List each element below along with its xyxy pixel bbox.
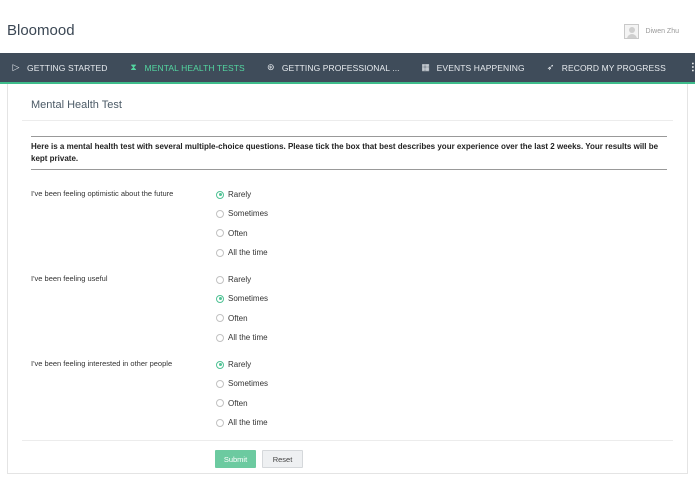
divider [22,120,673,121]
page-title: Mental Health Test [31,99,122,111]
radio-button[interactable] [216,399,224,408]
option-label: All the time [228,248,268,258]
question-label: I've been feeling useful [31,274,108,283]
more-menu-icon[interactable]: ⋮ [676,62,695,73]
nav-item-label: MENTAL HEALTH TESTS [144,62,245,73]
nav-item-mental-health-tests[interactable]: ⧗ MENTAL HEALTH TESTS [118,53,255,82]
question-options: Rarely Sometimes Often All the time [216,355,268,432]
radio-option[interactable]: Sometimes [216,204,268,223]
nav-item-label: GETTING STARTED [27,62,108,73]
calendar-icon: ▦ [421,62,430,72]
rocket-icon: ➶ [546,62,555,72]
main-nav: ▷ GETTING STARTED ⧗ MENTAL HEALTH TESTS … [0,53,695,84]
question-options: Rarely Sometimes Often All the time [216,185,268,262]
radio-button[interactable] [216,294,224,303]
reset-button[interactable]: Reset [262,450,303,468]
nav-item-getting-professional[interactable]: ⊛ GETTING PROFESSIONAL ... [255,53,410,82]
intro-text: Here is a mental health test with severa… [31,136,667,170]
play-icon: ▷ [12,62,20,72]
radio-option[interactable]: Often [216,224,268,243]
radio-button[interactable] [216,418,224,427]
option-label: Rarely [228,275,252,285]
option-label: Sometimes [228,209,269,219]
user-name[interactable]: Diwen Zhu [646,28,679,35]
option-label: Rarely [228,360,252,370]
radio-option[interactable]: All the time [216,243,268,262]
test-card: Mental Health Test Here is a mental heal… [7,84,688,474]
divider [22,440,673,441]
compass-icon: ⊛ [267,62,275,72]
submit-button[interactable]: Submit [215,450,256,468]
question-options: Rarely Sometimes Often All the time [216,270,268,347]
nav-item-events-happening[interactable]: ▦ EVENTS HAPPENING [410,53,535,82]
radio-option[interactable]: All the time [216,413,268,432]
nav-item-label: GETTING PROFESSIONAL ... [281,62,400,73]
radio-button[interactable] [216,314,224,323]
option-label: Often [228,398,248,408]
radio-option[interactable]: Sometimes [216,289,268,308]
option-label: Often [228,313,248,323]
option-label: Sometimes [228,379,269,389]
user-menu[interactable]: Diwen Zhu [623,24,679,39]
nav-item-record-my-progress[interactable]: ➶ RECORD MY PROGRESS [535,53,676,82]
radio-option[interactable]: Rarely [216,270,268,289]
radio-option[interactable]: Often [216,394,268,413]
radio-button[interactable] [216,333,224,342]
radio-button[interactable] [216,209,224,218]
nav-item-label: RECORD MY PROGRESS [561,62,666,73]
radio-button[interactable] [216,275,224,284]
question-label: I've been feeling optimistic about the f… [31,189,174,198]
radio-option[interactable]: Often [216,309,268,328]
option-label: Sometimes [228,294,269,304]
nav-item-getting-started[interactable]: ▷ GETTING STARTED [0,53,118,82]
question-label: I've been feeling interested in other pe… [31,359,173,368]
avatar[interactable] [623,24,639,39]
radio-option[interactable]: Sometimes [216,374,268,393]
option-label: All the time [228,333,268,343]
radio-option[interactable]: All the time [216,328,268,347]
nav-item-label: EVENTS HAPPENING [436,62,525,73]
option-label: All the time [228,418,268,428]
radio-option[interactable]: Rarely [216,185,268,204]
radio-button[interactable] [216,379,224,388]
brand-logo[interactable]: Bloomood [7,22,75,39]
hourglass-icon: ⧗ [130,62,137,72]
top-header: Bloomood Diwen Zhu [0,0,695,55]
radio-button[interactable] [216,190,224,199]
radio-button[interactable] [216,248,224,257]
radio-button[interactable] [216,229,224,238]
radio-button[interactable] [216,360,224,369]
radio-option[interactable]: Rarely [216,355,268,374]
option-label: Often [228,228,248,238]
option-label: Rarely [228,190,252,200]
